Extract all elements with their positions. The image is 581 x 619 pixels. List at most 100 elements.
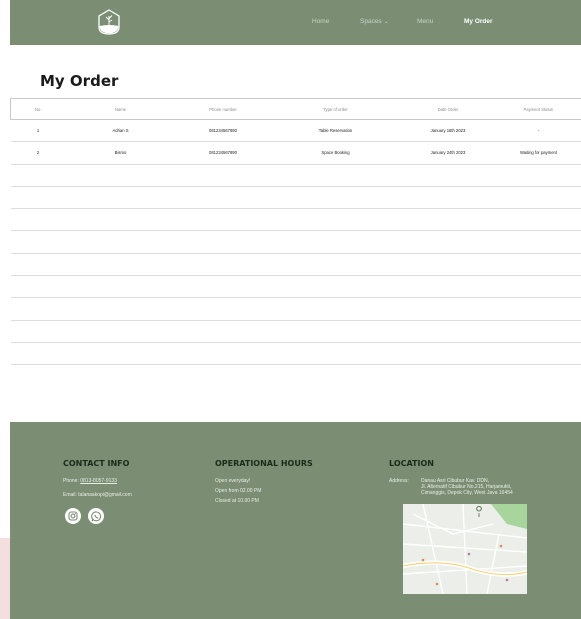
empty-cell — [400, 164, 496, 187]
cell-date-order: January 18th 2023 — [400, 119, 496, 143]
empty-cell — [175, 297, 271, 321]
empty-table-row — [10, 320, 581, 343]
cell-no: 1 — [10, 119, 66, 143]
header-phone: Phone number — [175, 98, 271, 120]
empty-cell — [175, 253, 271, 277]
empty-cell — [175, 342, 271, 366]
nav-spaces-dropdown[interactable]: Spaces ⌄ — [360, 18, 389, 25]
empty-table-row — [10, 342, 581, 366]
empty-cell — [175, 230, 271, 254]
empty-cell — [270, 253, 401, 277]
empty-table-row — [10, 208, 581, 232]
map-graphic — [403, 504, 527, 594]
empty-cell — [10, 275, 66, 299]
empty-cell — [400, 342, 496, 366]
location-heading: LOCATION — [389, 459, 434, 468]
table-header-row: No. Name Phone number Type of order Date… — [10, 98, 581, 120]
email-value[interactable]: talanaakopi@gmail.com — [78, 492, 131, 498]
empty-cell — [270, 342, 401, 366]
cell-name: Adrian S — [65, 119, 176, 143]
whatsapp-icon — [90, 510, 101, 521]
page-edge-decoration — [0, 538, 10, 619]
hours-line-2: Open from 02.00 PM — [215, 488, 262, 494]
cell-order-type: Table Reservation — [270, 119, 401, 143]
hours-line-3: Closed at 10.00 PM — [215, 498, 259, 504]
empty-cell — [270, 297, 401, 321]
address-line-3: Cimanggis, Depok City, West Java 16454 — [421, 490, 513, 496]
contact-email-line: Email: talanaakopi@gmail.com — [63, 492, 132, 498]
empty-table-row — [10, 275, 581, 299]
location-map[interactable] — [403, 504, 527, 594]
cell-payment-status: - — [495, 119, 581, 143]
empty-cell — [65, 275, 176, 299]
empty-cell — [65, 186, 176, 210]
empty-cell — [495, 253, 581, 277]
empty-cell — [175, 275, 271, 299]
empty-cell — [495, 164, 581, 187]
empty-cell — [495, 230, 581, 254]
empty-cell — [270, 230, 401, 254]
empty-cell — [10, 342, 66, 366]
orders-table-wrapper: No. Name Phone number Type of order Date… — [10, 98, 581, 366]
nav-menu[interactable]: Menu — [417, 18, 433, 25]
nav-my-order[interactable]: My Order — [464, 18, 493, 25]
empty-cell — [400, 320, 496, 343]
empty-cell — [10, 320, 66, 343]
empty-cell — [400, 208, 496, 232]
page-title: My Order — [40, 72, 119, 90]
cell-payment-status: Waiting for payment — [495, 141, 581, 165]
phone-label: Phone: — [63, 478, 79, 484]
empty-cell — [65, 208, 176, 232]
cell-date-order: January 24th 2023 — [400, 141, 496, 165]
nav-links: Home Spaces ⌄ Menu My Order — [10, 18, 581, 30]
chevron-down-icon: ⌄ — [383, 19, 389, 25]
email-label: Email: — [63, 492, 77, 498]
empty-cell — [495, 208, 581, 232]
operational-hours-heading: OPERATIONAL HOURS — [215, 459, 313, 468]
empty-cell — [495, 320, 581, 343]
whatsapp-button[interactable] — [88, 508, 104, 524]
header-date-order: Date Order — [400, 98, 496, 120]
empty-cell — [65, 297, 176, 321]
empty-cell — [175, 164, 271, 187]
empty-cell — [400, 253, 496, 277]
navbar: Home Spaces ⌄ Menu My Order — [10, 0, 581, 45]
footer: CONTACT INFO Phone: 0813-8057-9133 Email… — [10, 422, 581, 619]
table-row[interactable]: 2 Bismo 081234567890 Space Booking Janua… — [10, 141, 581, 165]
empty-cell — [270, 275, 401, 299]
contact-phone-line: Phone: 0813-8057-9133 — [63, 478, 117, 484]
nav-home[interactable]: Home — [312, 18, 329, 25]
empty-cell — [270, 320, 401, 343]
cell-no: 2 — [10, 141, 66, 165]
empty-cell — [65, 164, 176, 187]
cell-phone: 081234567890 — [175, 119, 271, 143]
header-order-type: Type of order — [270, 98, 401, 120]
address-label: Address: — [389, 478, 409, 484]
empty-cell — [270, 208, 401, 232]
contact-info-heading: CONTACT INFO — [63, 459, 130, 468]
empty-cell — [65, 230, 176, 254]
nav-spaces-label: Spaces — [360, 18, 382, 25]
empty-cell — [10, 164, 66, 187]
header-no: No. — [10, 98, 66, 120]
cell-name: Bismo — [65, 141, 176, 165]
cell-order-type: Space Booking — [270, 141, 401, 165]
instagram-button[interactable] — [65, 508, 81, 524]
header-name: Name — [65, 98, 176, 120]
orders-table: No. Name Phone number Type of order Date… — [10, 98, 581, 366]
table-row[interactable]: 1 Adrian S 081234567890 Table Reservatio… — [10, 119, 581, 143]
empty-cell — [175, 320, 271, 343]
empty-cell — [10, 186, 66, 210]
empty-cell — [270, 186, 401, 210]
header-payment-status: Payment Status — [495, 98, 581, 120]
empty-cell — [400, 275, 496, 299]
empty-cell — [10, 297, 66, 321]
empty-table-row — [10, 253, 581, 277]
phone-link[interactable]: 0813-8057-9133 — [80, 478, 117, 484]
cell-phone: 081234567890 — [175, 141, 271, 165]
empty-table-row — [10, 230, 581, 254]
empty-cell — [65, 320, 176, 343]
empty-cell — [400, 230, 496, 254]
empty-cell — [65, 342, 176, 366]
empty-cell — [495, 275, 581, 299]
